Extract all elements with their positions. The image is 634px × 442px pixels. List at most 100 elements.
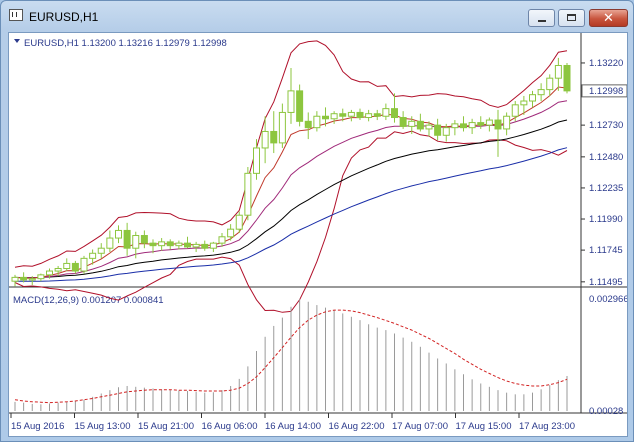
close-button[interactable]: ✕ bbox=[589, 9, 628, 27]
candle-body bbox=[554, 64, 562, 79]
candle-body bbox=[261, 130, 269, 149]
candle-body bbox=[46, 270, 53, 276]
chart-canvas[interactable]: EURUSD,H1 1.13200 1.13216 1.12979 1.1299… bbox=[9, 33, 627, 436]
candle-body bbox=[503, 115, 511, 130]
close-icon: ✕ bbox=[603, 10, 614, 25]
candle-body bbox=[511, 104, 519, 117]
candle-body bbox=[28, 278, 36, 281]
price-plot bbox=[11, 40, 571, 313]
candle-body bbox=[80, 257, 88, 272]
time-tick-label: 16 Aug 14:00 bbox=[265, 421, 321, 432]
candle-body bbox=[218, 236, 226, 244]
candle-body bbox=[399, 117, 407, 127]
time-tick-label: 16 Aug 22:00 bbox=[329, 421, 385, 432]
candle-body bbox=[244, 172, 252, 216]
chart-window: EURUSD,H1 ✕ EURUSD,H1 1.13200 1.13216 1.… bbox=[0, 0, 634, 442]
candle-body bbox=[201, 243, 209, 249]
candle-body bbox=[529, 94, 536, 102]
candle-body bbox=[391, 108, 398, 119]
window-title: EURUSD,H1 bbox=[29, 10, 99, 24]
candle-body bbox=[520, 100, 528, 106]
candle-body bbox=[132, 235, 140, 249]
candle-body bbox=[235, 214, 243, 230]
candle-body bbox=[330, 113, 338, 120]
candle-body bbox=[184, 242, 191, 248]
candle-body bbox=[322, 115, 329, 120]
time-tick-label: 17 Aug 07:00 bbox=[392, 421, 448, 432]
candle-body bbox=[382, 108, 390, 117]
candle-body bbox=[166, 241, 174, 247]
candle-body bbox=[477, 122, 485, 126]
candle-body bbox=[425, 124, 433, 130]
axes-labels: 1.13220 1.12730 1.12480 1.12235 1.11990 1.117… bbox=[10, 58, 627, 432]
candle-body bbox=[54, 268, 62, 272]
price-tick-label: 1.11745 bbox=[589, 245, 623, 256]
maximize-button[interactable] bbox=[558, 9, 585, 27]
candle-body bbox=[434, 124, 442, 136]
candle-body bbox=[356, 111, 364, 119]
candle-body bbox=[253, 147, 260, 174]
candle-body bbox=[158, 241, 166, 247]
candle-body bbox=[296, 90, 304, 122]
candle-body bbox=[339, 113, 347, 117]
candle-body bbox=[304, 120, 312, 129]
candle-body bbox=[313, 115, 321, 129]
price-tick-label: 1.12235 bbox=[589, 183, 623, 194]
price-tick-label: 1.11495 bbox=[589, 277, 623, 288]
candle-body bbox=[416, 120, 424, 130]
title-bar[interactable]: EURUSD,H1 ✕ bbox=[1, 1, 633, 31]
ma-slow-black-line bbox=[14, 119, 568, 279]
ma-blue-line bbox=[14, 147, 568, 282]
chart-area[interactable]: EURUSD,H1 1.13200 1.13216 1.12979 1.1299… bbox=[8, 32, 628, 437]
time-tick-label: 15 Aug 13:00 bbox=[75, 421, 131, 432]
chart-window-icon bbox=[9, 9, 23, 21]
price-tick-label: 1.12480 bbox=[589, 152, 623, 163]
macd-plot bbox=[14, 299, 568, 411]
candle-body bbox=[287, 90, 295, 113]
bollinger-lower-line bbox=[14, 130, 568, 313]
price-panel-header: EURUSD,H1 1.13200 1.13216 1.12979 1.1299… bbox=[24, 38, 227, 49]
candle-body bbox=[149, 242, 157, 247]
candle-body bbox=[365, 113, 373, 119]
candle-body bbox=[408, 120, 416, 127]
minimize-icon bbox=[529, 10, 554, 26]
candle-body bbox=[537, 89, 545, 96]
candle-body bbox=[37, 274, 45, 280]
chart-dropdown-icon[interactable] bbox=[14, 39, 20, 43]
candle-body bbox=[485, 119, 493, 126]
candle-body bbox=[270, 130, 278, 144]
candle-body bbox=[115, 229, 122, 239]
macd-tick-label: 0.00028 bbox=[589, 406, 623, 417]
candle-body bbox=[209, 242, 217, 249]
current-price-label: 1.12998 bbox=[589, 86, 623, 97]
maximize-icon bbox=[559, 10, 584, 26]
time-tick-label: 15 Aug 21:00 bbox=[138, 421, 194, 432]
candle-body bbox=[546, 77, 554, 91]
price-tick-label: 1.13220 bbox=[589, 58, 623, 69]
macd-panel-header: MACD(12,26,9) 0.001207 0.000841 bbox=[13, 295, 164, 306]
candle-body bbox=[227, 228, 235, 238]
candle-body bbox=[175, 242, 183, 247]
candle-body bbox=[563, 64, 571, 92]
time-tick-label: 15 Aug 2016 bbox=[11, 421, 64, 432]
candle-body bbox=[373, 113, 381, 117]
candle-body bbox=[71, 262, 79, 272]
candle-body bbox=[97, 247, 105, 254]
time-tick-label: 16 Aug 06:00 bbox=[202, 421, 258, 432]
candle-body bbox=[63, 262, 71, 270]
candle-body bbox=[278, 111, 286, 144]
candle-body bbox=[442, 127, 450, 136]
candle-body bbox=[89, 252, 97, 259]
macd-tick-label: 0.002966 bbox=[589, 294, 627, 305]
minimize-button[interactable] bbox=[528, 9, 555, 27]
candle-body bbox=[11, 276, 19, 282]
candle-body bbox=[468, 122, 476, 129]
time-tick-label: 17 Aug 15:00 bbox=[456, 421, 512, 432]
candle-body bbox=[140, 235, 148, 244]
time-tick-label: 17 Aug 23:00 bbox=[519, 421, 575, 432]
candle-body bbox=[494, 119, 502, 130]
candle-body bbox=[451, 123, 459, 129]
price-tick-label: 1.11990 bbox=[589, 214, 623, 225]
candle-body bbox=[347, 111, 355, 117]
candle-body bbox=[123, 229, 131, 249]
